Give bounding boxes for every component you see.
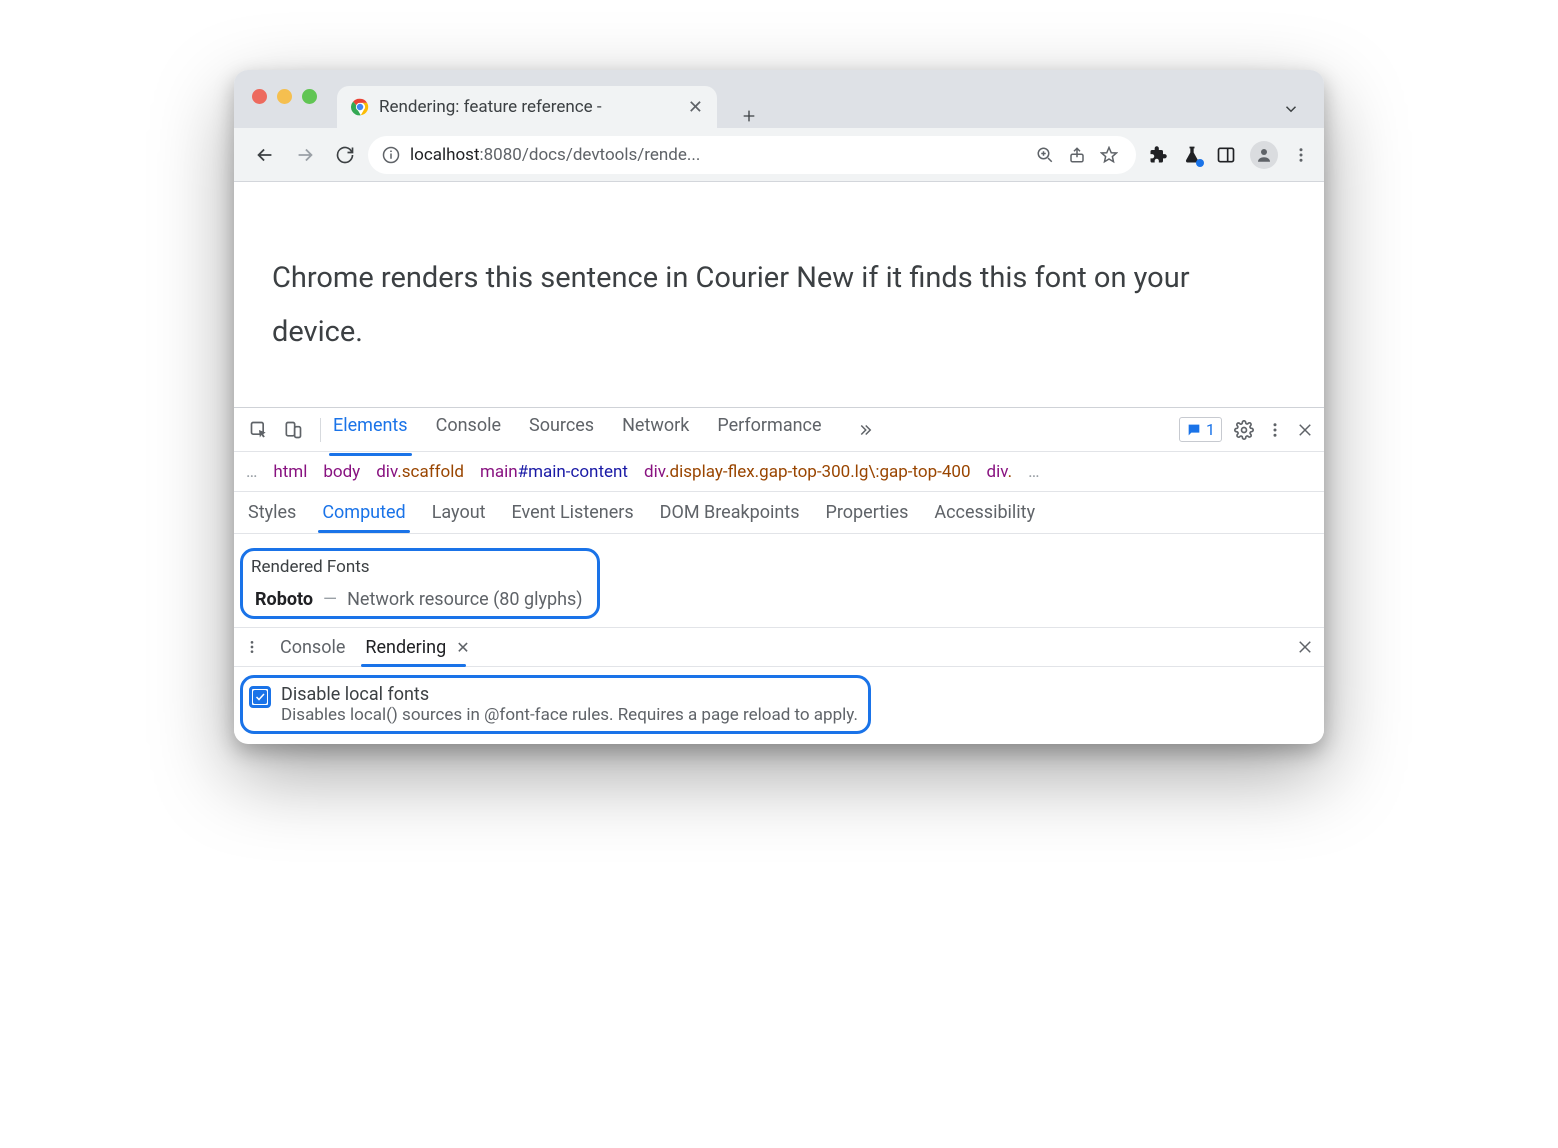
devtools-main-tabs: Elements Console Sources Network Perform…: [333, 415, 880, 445]
browser-tab[interactable]: Rendering: feature reference - ✕: [337, 86, 717, 128]
close-devtools-icon[interactable]: [1296, 421, 1314, 439]
rendered-fonts-section: Rendered Fonts Roboto—Network resource (…: [240, 548, 600, 619]
tab-title: Rendering: feature reference -: [379, 97, 676, 117]
reload-button[interactable]: [328, 138, 362, 172]
star-icon[interactable]: [1100, 146, 1118, 164]
browser-window: Rendering: feature reference - ✕ localho…: [234, 70, 1324, 744]
settings-icon[interactable]: [1234, 420, 1254, 440]
tabs-dropdown-icon[interactable]: [1282, 100, 1300, 118]
close-drawer-tab-icon[interactable]: ✕: [456, 638, 469, 657]
crumb-div[interactable]: div.: [987, 462, 1013, 482]
new-tab-button[interactable]: [739, 108, 759, 128]
back-button[interactable]: [248, 138, 282, 172]
option-description: Disables local() sources in @font-face r…: [281, 705, 858, 725]
option-text: Disable local fonts Disables local() sou…: [281, 684, 858, 725]
browser-toolbar: localhost:8080/docs/devtools/rende...: [234, 128, 1324, 182]
tab-sources[interactable]: Sources: [529, 415, 594, 445]
divider: [320, 418, 321, 442]
devtools-panel: Elements Console Sources Network Perform…: [234, 407, 1324, 734]
extensions-icon[interactable]: [1148, 145, 1168, 165]
close-drawer-icon[interactable]: [1296, 638, 1314, 656]
subtab-styles[interactable]: Styles: [248, 502, 296, 523]
profile-avatar[interactable]: [1250, 141, 1278, 169]
crumb-scaffold[interactable]: div.scaffold: [376, 462, 464, 482]
drawer-menu-icon[interactable]: [244, 639, 260, 655]
side-panel-icon[interactable]: [1216, 145, 1236, 165]
minimize-window-button[interactable]: [277, 89, 292, 104]
url-text: localhost:8080/docs/devtools/rende...: [410, 145, 1026, 165]
elements-breadcrumb[interactable]: … html body div.scaffold main#main-conte…: [234, 452, 1324, 492]
window-controls: [252, 70, 317, 128]
option-title: Disable local fonts: [281, 684, 858, 705]
chrome-favicon-icon: [351, 98, 369, 116]
address-bar[interactable]: localhost:8080/docs/devtools/rende...: [368, 136, 1136, 174]
devtools-menu-icon[interactable]: [1266, 421, 1284, 439]
inspect-element-icon[interactable]: [244, 415, 274, 445]
crumb-body[interactable]: body: [323, 462, 360, 482]
close-window-button[interactable]: [252, 89, 267, 104]
tab-network[interactable]: Network: [622, 415, 689, 445]
fullscreen-window-button[interactable]: [302, 89, 317, 104]
subtab-event-listeners[interactable]: Event Listeners: [512, 502, 634, 523]
more-tabs-icon[interactable]: [850, 415, 880, 445]
drawer-tabs: Console Rendering ✕: [234, 627, 1324, 667]
demo-sentence: Chrome renders this sentence in Courier …: [272, 252, 1286, 359]
browser-menu-icon[interactable]: [1292, 146, 1310, 164]
page-viewport: Chrome renders this sentence in Courier …: [234, 182, 1324, 407]
forward-button[interactable]: [288, 138, 322, 172]
rendered-fonts-header: Rendered Fonts: [245, 553, 589, 583]
toolbar-actions: [1142, 141, 1310, 169]
tab-performance[interactable]: Performance: [717, 415, 821, 445]
zoom-icon[interactable]: [1036, 146, 1054, 164]
breadcrumb-overflow-right[interactable]: …: [1028, 462, 1039, 482]
tab-strip: Rendering: feature reference - ✕: [234, 70, 1324, 128]
rendered-font-entry: Roboto—Network resource (80 glyphs): [245, 583, 589, 614]
subtab-properties[interactable]: Properties: [826, 502, 909, 523]
issues-button[interactable]: 1: [1179, 417, 1222, 442]
close-tab-icon[interactable]: ✕: [686, 97, 705, 118]
breadcrumb-overflow-left[interactable]: …: [246, 462, 257, 482]
disable-local-fonts-checkbox[interactable]: [249, 686, 271, 708]
site-info-icon[interactable]: [382, 146, 400, 164]
elements-subtabs: Styles Computed Layout Event Listeners D…: [234, 492, 1324, 534]
devtools-topbar: Elements Console Sources Network Perform…: [234, 408, 1324, 452]
disable-local-fonts-option[interactable]: Disable local fonts Disables local() sou…: [240, 675, 871, 734]
subtab-dom-breakpoints[interactable]: DOM Breakpoints: [660, 502, 800, 523]
tab-console[interactable]: Console: [436, 415, 501, 445]
crumb-main[interactable]: main#main-content: [480, 462, 628, 482]
subtab-accessibility[interactable]: Accessibility: [934, 502, 1035, 523]
drawer-tab-rendering[interactable]: Rendering: [365, 637, 446, 658]
subtab-computed[interactable]: Computed: [322, 502, 405, 523]
share-icon[interactable]: [1068, 146, 1086, 164]
tab-elements[interactable]: Elements: [333, 415, 408, 445]
crumb-displayflex[interactable]: div.display-flex.gap-top-300.lg\:gap-top…: [644, 462, 971, 482]
labs-icon[interactable]: [1182, 145, 1202, 165]
device-toggle-icon[interactable]: [278, 415, 308, 445]
subtab-layout[interactable]: Layout: [432, 502, 486, 523]
crumb-html[interactable]: html: [273, 462, 307, 482]
drawer-tab-console[interactable]: Console: [280, 637, 345, 658]
